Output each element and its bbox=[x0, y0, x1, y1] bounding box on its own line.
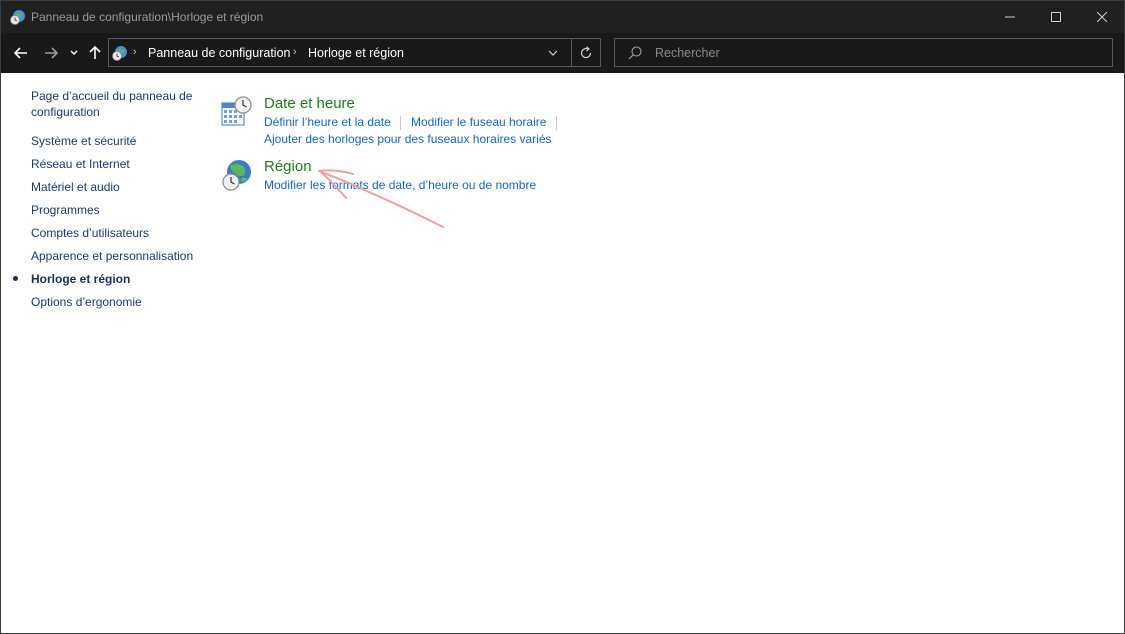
control-panel-icon bbox=[112, 45, 128, 61]
change-formats-link[interactable]: Modifier les formats de date, d’heure ou… bbox=[264, 178, 536, 192]
breadcrumb-separator-icon[interactable]: › bbox=[133, 46, 137, 58]
minimize-button[interactable] bbox=[987, 1, 1033, 33]
forward-button[interactable] bbox=[41, 43, 61, 63]
sidebar-item-clock-region[interactable]: Horloge et région bbox=[31, 271, 130, 287]
sidebar-item-user-accounts[interactable]: Comptes d’utilisateurs bbox=[31, 225, 149, 241]
window-title: Panneau de configuration\Horloge et régi… bbox=[31, 10, 264, 24]
back-button[interactable] bbox=[11, 43, 31, 63]
address-divider bbox=[571, 39, 572, 66]
up-button[interactable] bbox=[85, 43, 105, 63]
arrow-right-icon bbox=[45, 47, 58, 59]
address-history-button[interactable] bbox=[545, 46, 561, 60]
sidebar-item-home[interactable]: Page d’accueil du panneau de configurati… bbox=[31, 88, 206, 120]
refresh-icon bbox=[580, 46, 592, 59]
refresh-button[interactable] bbox=[577, 44, 595, 62]
link-separator bbox=[556, 116, 557, 130]
minimize-icon bbox=[1005, 16, 1015, 18]
arrow-up-icon bbox=[89, 46, 101, 59]
control-panel-window: Panneau de configuration\Horloge et régi… bbox=[0, 0, 1125, 634]
sidebar-item-appearance[interactable]: Apparence et personnalisation bbox=[31, 248, 193, 264]
search-input[interactable] bbox=[655, 45, 1095, 61]
title-bar: Panneau de configuration\Horloge et régi… bbox=[1, 1, 1124, 33]
link-separator bbox=[400, 116, 401, 130]
sidebar-item-programs[interactable]: Programmes bbox=[31, 202, 100, 218]
region-title-link[interactable]: Région bbox=[264, 158, 312, 175]
sidebar: Page d’accueil du panneau de configurati… bbox=[1, 73, 211, 633]
close-button[interactable] bbox=[1079, 1, 1125, 33]
calendar-clock-icon[interactable] bbox=[219, 95, 253, 129]
close-icon bbox=[1097, 12, 1107, 22]
maximize-button[interactable] bbox=[1033, 1, 1079, 33]
address-bar[interactable]: › Panneau de configuration › Horloge et … bbox=[108, 38, 601, 67]
control-panel-icon bbox=[10, 9, 26, 25]
globe-clock-icon[interactable] bbox=[219, 158, 253, 192]
search-box[interactable] bbox=[614, 38, 1113, 67]
chevron-down-icon bbox=[70, 50, 78, 55]
breadcrumb-clock-region[interactable]: Horloge et région bbox=[308, 46, 404, 60]
arrow-left-icon bbox=[14, 47, 27, 59]
chevron-down-icon bbox=[548, 50, 558, 56]
sidebar-item-ease-of-access[interactable]: Options d’ergonomie bbox=[31, 294, 142, 310]
breadcrumb-control-panel[interactable]: Panneau de configuration bbox=[148, 46, 290, 60]
sidebar-item-system-security[interactable]: Système et sécurité bbox=[31, 133, 136, 149]
sidebar-item-hardware-sound[interactable]: Matériel et audio bbox=[31, 179, 120, 195]
add-clocks-link[interactable]: Ajouter des horloges pour des fuseaux ho… bbox=[264, 132, 552, 146]
recent-locations-button[interactable] bbox=[67, 43, 81, 63]
sidebar-item-network-internet[interactable]: Réseau et Internet bbox=[31, 156, 130, 172]
change-timezone-link[interactable]: Modifier le fuseau horaire bbox=[411, 115, 546, 129]
navigation-bar: › Panneau de configuration › Horloge et … bbox=[1, 33, 1124, 73]
active-bullet-icon bbox=[13, 276, 18, 281]
breadcrumb-separator-icon[interactable]: › bbox=[293, 46, 297, 58]
search-icon bbox=[627, 45, 643, 61]
date-time-title-link[interactable]: Date et heure bbox=[264, 95, 355, 112]
content-area: Page d’accueil du panneau de configurati… bbox=[1, 73, 1124, 633]
set-time-date-link[interactable]: Définir l’heure et la date bbox=[264, 115, 391, 129]
maximize-icon bbox=[1051, 12, 1061, 22]
